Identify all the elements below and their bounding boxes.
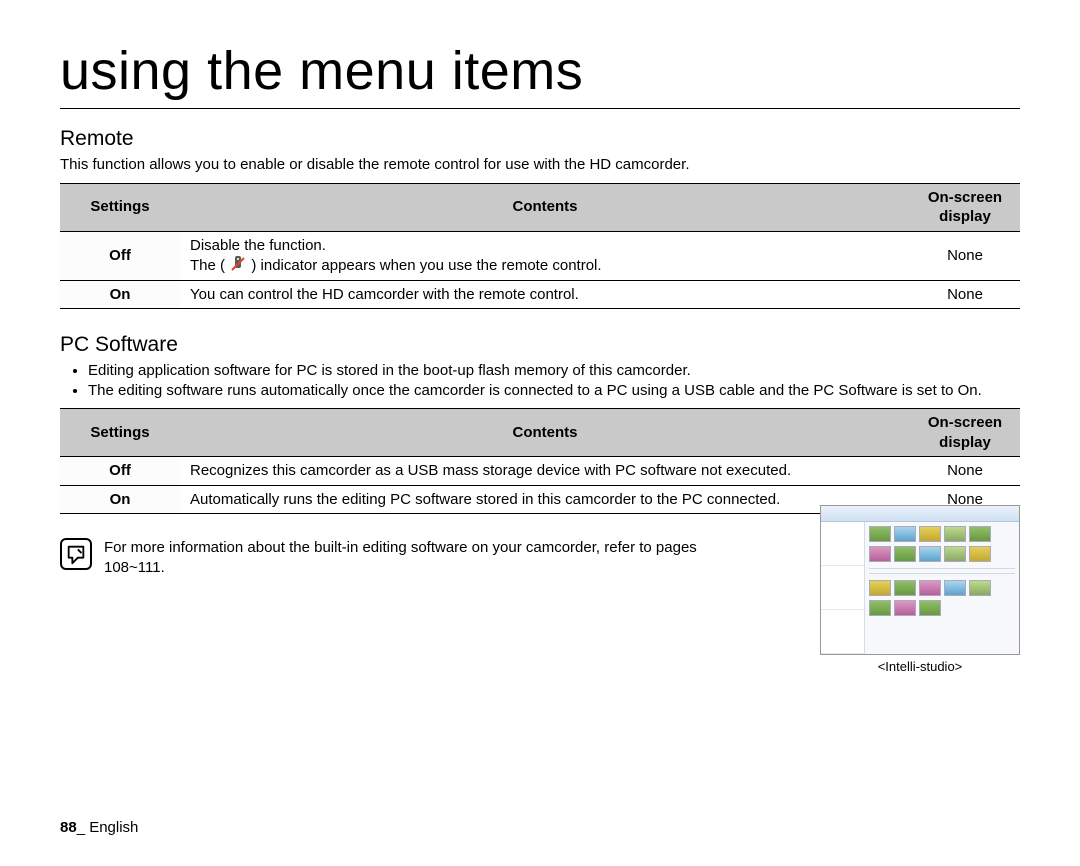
cell-setting: On <box>60 485 180 514</box>
page-title: using the menu items <box>60 40 1020 109</box>
app-thumbnail-grid <box>865 522 1019 654</box>
th-settings: Settings <box>60 183 180 231</box>
cell-setting: Off <box>60 231 180 280</box>
pc-software-settings-table: Settings Contents On-screen display Off … <box>60 408 1020 514</box>
section-remote: Remote This function allows you to enabl… <box>60 127 1020 309</box>
table-row: Off Disable the function. The ( ) indica… <box>60 231 1020 280</box>
note-text: For more information about the built-in … <box>104 538 754 579</box>
table-header-row: Settings Contents On-screen display <box>60 409 1020 457</box>
screenshot-caption: <Intelli-studio> <box>820 659 1020 674</box>
list-item: The editing software runs automatically … <box>88 381 1020 401</box>
cell-setting: On <box>60 280 180 309</box>
cell-contents: Recognizes this camcorder as a USB mass … <box>180 457 910 486</box>
th-display: On-screen display <box>910 409 1020 457</box>
section-pc-software: PC Software Editing application software… <box>60 333 1020 579</box>
page-language: English <box>89 819 138 836</box>
th-contents: Contents <box>180 409 910 457</box>
cell-contents-line1: Disable the function. <box>190 237 326 254</box>
th-settings: Settings <box>60 409 180 457</box>
manual-page: using the menu items Remote This functio… <box>0 0 1080 866</box>
cell-contents: Automatically runs the editing PC softwa… <box>180 485 910 514</box>
remote-settings-table: Settings Contents On-screen display Off … <box>60 183 1020 310</box>
app-bottombar <box>821 654 1019 655</box>
cell-contents-line2a: The ( <box>190 257 229 274</box>
table-row: Off Recognizes this camcorder as a USB m… <box>60 457 1020 486</box>
remote-disabled-icon <box>229 255 247 273</box>
cell-contents-line2b: ) indicator appears when you use the rem… <box>251 257 601 274</box>
th-contents: Contents <box>180 183 910 231</box>
table-header-row: Settings Contents On-screen display <box>60 183 1020 231</box>
th-display: On-screen display <box>910 183 1020 231</box>
list-item: Editing application software for PC is s… <box>88 361 1020 381</box>
cell-contents: Disable the function. The ( ) indicator … <box>180 231 910 280</box>
intelli-studio-screenshot: <Intelli-studio> <box>820 505 1020 674</box>
remote-heading: Remote <box>60 127 1020 151</box>
pc-software-heading: PC Software <box>60 333 1020 357</box>
app-toolbar <box>821 506 1019 522</box>
cell-contents: You can control the HD camcorder with th… <box>180 280 910 309</box>
pc-software-bullets: Editing application software for PC is s… <box>60 361 1020 400</box>
cell-display: None <box>910 457 1020 486</box>
page-footer: 88_ English <box>60 819 138 836</box>
app-sidebar <box>821 522 865 654</box>
app-window <box>820 505 1020 655</box>
cell-display: None <box>910 231 1020 280</box>
cell-setting: Off <box>60 457 180 486</box>
note-icon <box>60 538 92 570</box>
remote-description: This function allows you to enable or di… <box>60 155 1020 175</box>
page-number: 88 <box>60 819 77 836</box>
cell-display: None <box>910 280 1020 309</box>
table-row: On You can control the HD camcorder with… <box>60 280 1020 309</box>
